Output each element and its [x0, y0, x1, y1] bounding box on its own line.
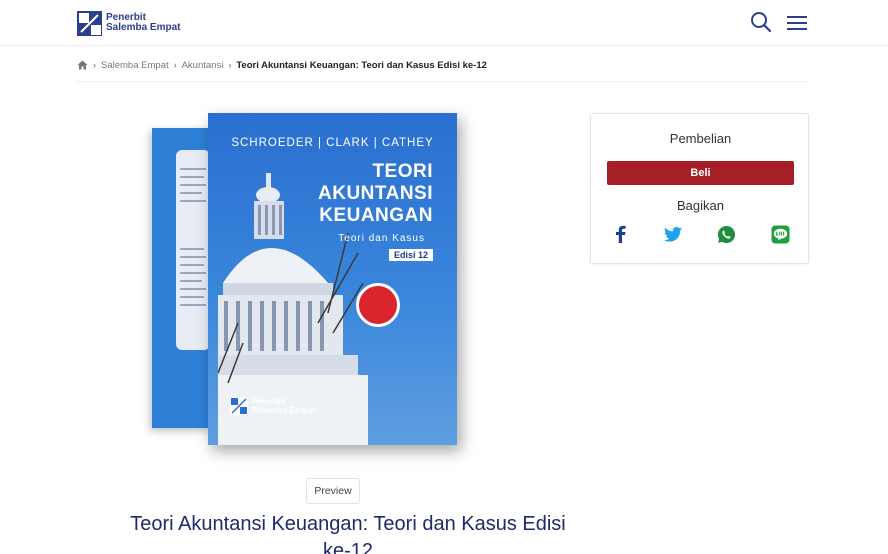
cover-edition-badge: Edisi 12: [388, 249, 433, 261]
share-buttons: [591, 224, 810, 246]
cover-seal-icon: [356, 283, 400, 327]
cover-title-line: KEUANGAN: [319, 205, 433, 226]
breadcrumb-item-salemba-empat[interactable]: Salemba Empat: [101, 60, 169, 71]
publisher-logo[interactable]: Penerbit Salemba Empat: [77, 10, 187, 36]
share-whatsapp-button[interactable]: [716, 224, 736, 244]
cover-title-line: AKUNTANSI: [318, 183, 433, 204]
twitter-icon: [664, 226, 682, 242]
breadcrumb-separator: ›: [228, 60, 232, 70]
search-button[interactable]: [750, 11, 772, 33]
cover-publisher-logo: Penerbit Salemba Empat: [230, 397, 315, 415]
menu-button[interactable]: [786, 14, 808, 32]
breadcrumb-separator: ›: [93, 60, 96, 70]
logo-text: Penerbit Salemba Empat: [106, 13, 180, 33]
book-front-cover: SCHROEDER | CLARK | CATHEY TEORI AKUNTAN…: [208, 113, 457, 445]
share-twitter-button[interactable]: [663, 224, 683, 244]
product-title: Teori Akuntansi Keuangan: Teori dan Kasu…: [130, 513, 566, 554]
site-header: Penerbit Salemba Empat: [0, 0, 888, 46]
logo-mark-icon: [230, 397, 248, 415]
book-back-cover: [152, 128, 214, 428]
hamburger-menu-icon: [787, 16, 807, 30]
cover-publisher-line2: Salemba Empat: [252, 405, 316, 415]
whatsapp-icon: [717, 225, 735, 243]
purchase-heading: Pembelian: [669, 131, 732, 146]
logo-line2: Salemba Empat: [106, 22, 181, 33]
buy-button[interactable]: Beli: [607, 161, 794, 185]
share-facebook-button[interactable]: [610, 224, 630, 244]
breadcrumb-current: Teori Akuntansi Keuangan: Teori dan Kasu…: [236, 59, 487, 71]
divider: [77, 81, 808, 82]
cover-title: TEORI AKUNTANSI KEUANGAN: [318, 161, 433, 227]
share-heading: Bagikan: [677, 198, 724, 213]
share-line-button[interactable]: [770, 224, 790, 244]
preview-button[interactable]: Preview: [306, 478, 360, 504]
purchase-card: Pembelian Beli Bagikan: [590, 113, 809, 264]
facebook-icon: [616, 225, 626, 243]
home-icon[interactable]: [77, 60, 88, 70]
search-icon: [751, 12, 772, 33]
cover-authors: SCHROEDER | CLARK | CATHEY: [231, 137, 434, 149]
breadcrumb-separator: ›: [173, 60, 177, 70]
cover-title-line: TEORI: [372, 161, 433, 182]
logo-mark-icon: [77, 10, 102, 36]
breadcrumb: › Salemba Empat › Akuntansi › Teori Akun…: [77, 58, 487, 72]
cover-subtitle: Teori dan Kasus: [338, 233, 425, 244]
breadcrumb-item-akuntansi[interactable]: Akuntansi: [182, 60, 224, 71]
book-cover-image: SCHROEDER | CLARK | CATHEY TEORI AKUNTAN…: [150, 112, 460, 452]
line-icon: [770, 224, 790, 244]
